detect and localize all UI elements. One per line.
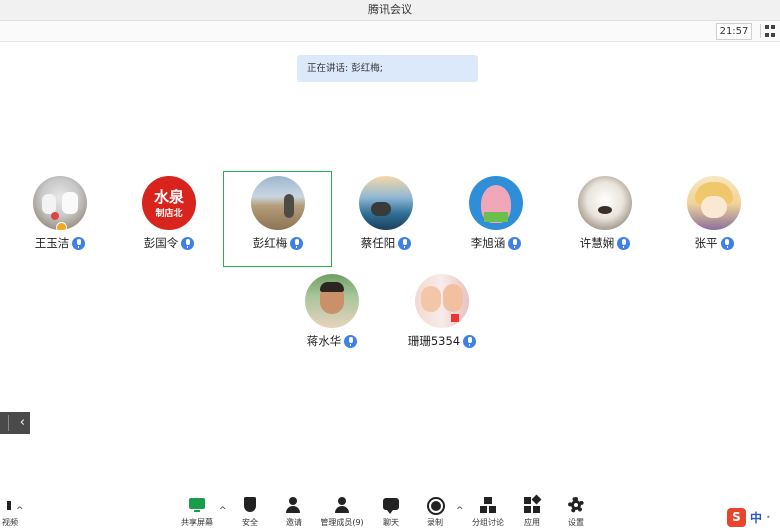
avatar xyxy=(33,176,87,230)
chat-button[interactable]: 聊天 xyxy=(369,496,413,528)
microphone-icon xyxy=(720,236,734,250)
participant-name: 蔡任阳 xyxy=(360,236,396,250)
participant-tile[interactable]: 许慧娴 xyxy=(551,176,659,251)
microphone-icon xyxy=(344,334,358,348)
video-label: 视频 xyxy=(2,518,18,527)
meeting-time: 21:57 xyxy=(716,23,752,40)
breakout-rooms-icon xyxy=(479,496,497,514)
avatar xyxy=(305,274,359,328)
participant-tile[interactable]: 水泉 制店北 彭国令 xyxy=(115,176,223,251)
avatar xyxy=(469,176,523,230)
participant-name: 王玉洁 xyxy=(34,236,70,250)
invite-button[interactable]: 邀请 xyxy=(272,496,316,528)
avatar: 水泉 制店北 xyxy=(142,176,196,230)
participant-tile[interactable]: 张平 xyxy=(660,176,768,251)
participant-tile[interactable]: 王玉洁 xyxy=(6,176,114,251)
participant-tile-active[interactable]: 彭红梅 xyxy=(224,176,332,251)
participant-tile[interactable]: 李旭涵 xyxy=(442,176,550,251)
microphone-icon xyxy=(508,236,522,250)
participant-name: 李旭涵 xyxy=(470,236,506,250)
speaking-indicator: 正在讲话: 彭红梅; xyxy=(297,55,478,82)
gear-icon xyxy=(567,496,585,514)
chevron-up-icon[interactable]: ^ xyxy=(456,506,464,516)
members-icon xyxy=(333,496,351,514)
breakout-rooms-label: 分组讨论 xyxy=(472,518,504,527)
avatar-text: 制店北 xyxy=(155,209,183,219)
security-label: 安全 xyxy=(242,518,258,527)
microphone-icon xyxy=(290,236,304,250)
participant-name: 张平 xyxy=(694,236,718,250)
window-title: 腾讯会议 xyxy=(0,0,780,21)
video-camera-icon xyxy=(0,496,11,514)
host-badge-icon xyxy=(56,222,67,230)
avatar-text: 水泉 xyxy=(153,188,184,206)
share-screen-label: 共享屏幕 xyxy=(181,518,213,527)
apps-button[interactable]: 应用 xyxy=(510,494,554,528)
participant-tile[interactable]: 蒋水华 xyxy=(278,274,386,349)
settings-button[interactable]: 设置 xyxy=(554,496,598,528)
security-button[interactable]: 安全 xyxy=(228,496,272,528)
bottom-toolbar: 视频 ^ 共享屏幕 ^ 安全 邀请 管理成员(9) 聊天 录制 ^ 分组讨论 应… xyxy=(0,494,780,530)
record-label: 录制 xyxy=(427,518,443,527)
invite-label: 邀请 xyxy=(286,518,302,527)
chevron-up-icon[interactable]: ^ xyxy=(16,506,24,516)
microphone-icon xyxy=(72,236,86,250)
avatar xyxy=(687,176,741,230)
manage-members-button[interactable]: 管理成员(9) xyxy=(320,496,364,528)
avatar xyxy=(251,176,305,230)
chevron-up-icon[interactable]: ^ xyxy=(219,506,227,516)
participant-tile[interactable]: 珊珊5354 xyxy=(388,274,496,349)
participant-tile[interactable]: 蔡任阳 xyxy=(332,176,440,251)
participant-name: 彭红梅 xyxy=(252,236,288,250)
settings-label: 设置 xyxy=(568,518,584,527)
collapse-panel-button[interactable]: ‹ xyxy=(0,412,30,434)
shield-icon xyxy=(241,496,259,514)
participant-name: 蒋水华 xyxy=(306,334,342,348)
input-method-indicator[interactable]: S 中 • xyxy=(727,507,780,527)
participant-name: 珊珊5354 xyxy=(407,334,461,348)
avatar xyxy=(578,176,632,230)
manage-members-label: 管理成员(9) xyxy=(320,518,364,527)
gallery-view-icon[interactable] xyxy=(760,24,780,38)
apps-label: 应用 xyxy=(524,518,540,527)
breakout-rooms-button[interactable]: 分组讨论 xyxy=(466,496,510,528)
avatar xyxy=(415,274,469,328)
participant-name: 许慧娴 xyxy=(579,236,615,250)
apps-grid-icon xyxy=(523,494,542,514)
ime-mode: 中 xyxy=(750,510,763,525)
record-button[interactable]: 录制 xyxy=(413,496,457,528)
record-icon xyxy=(426,496,445,515)
chevron-left-icon: ‹ xyxy=(19,415,25,430)
chat-label: 聊天 xyxy=(383,518,399,527)
sogou-logo: S xyxy=(727,507,746,527)
microphone-icon xyxy=(617,236,631,250)
share-screen-icon xyxy=(188,496,206,514)
microphone-icon xyxy=(463,334,477,348)
ime-dot-icon: • xyxy=(766,512,771,522)
microphone-icon xyxy=(181,236,195,250)
top-toolbar: 21:57 xyxy=(0,21,780,42)
chat-bubble-icon xyxy=(382,496,400,514)
microphone-icon xyxy=(398,236,412,250)
add-person-icon xyxy=(285,496,303,514)
avatar xyxy=(359,176,413,230)
participant-name: 彭国令 xyxy=(143,236,179,250)
share-screen-button[interactable]: 共享屏幕 xyxy=(175,496,219,528)
